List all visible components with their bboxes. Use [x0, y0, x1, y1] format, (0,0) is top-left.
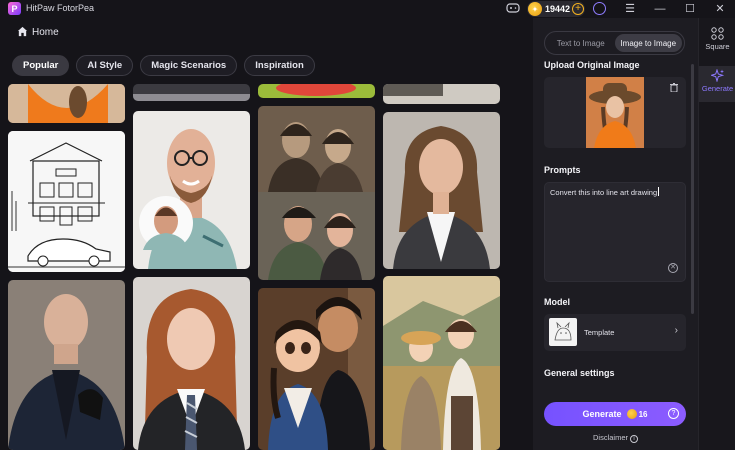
panel-scrollbar[interactable] [691, 64, 694, 314]
rail-label-generate: Generate [701, 84, 734, 93]
tab-magic-scenarios[interactable]: Magic Scenarios [140, 55, 238, 76]
tab-text-to-image[interactable]: Text to Image [547, 34, 615, 52]
gallery-item-young-woman-uniform[interactable] [133, 277, 250, 450]
prompt-value: Convert this into line art drawing [550, 188, 658, 197]
gallery-item-dark-scene-thumbnail[interactable] [133, 84, 250, 101]
template-gallery [0, 84, 533, 450]
close-button[interactable]: ✕ [705, 0, 735, 18]
chevron-right-icon: › [674, 325, 678, 336]
prompt-textarea[interactable]: Convert this into line art drawing ✕ [544, 182, 686, 282]
upload-title: Upload Original Image [544, 60, 640, 70]
add-credits-button[interactable]: + [572, 3, 584, 15]
coin-icon [626, 409, 637, 419]
gallery-item-line-art-house-car[interactable] [8, 131, 125, 272]
gamepad-icon[interactable] [506, 2, 520, 16]
gallery-item-orange-sweater-portrait[interactable] [8, 84, 125, 123]
clear-prompt-icon[interactable]: ✕ [668, 263, 678, 273]
app-logo: P [8, 2, 21, 15]
tab-popular[interactable]: Popular [12, 55, 70, 76]
gallery-item-bald-man-coat-portrait[interactable] [8, 280, 125, 450]
generation-panel: Text to Image Image to Image Upload Orig… [533, 18, 698, 450]
model-title: Model [544, 297, 570, 307]
model-selector[interactable]: Template › [544, 314, 686, 351]
sparkle-icon [711, 69, 724, 82]
gallery-item-woman-blazer-portrait[interactable] [383, 112, 500, 269]
gallery-item-black-white-photo-thumbnail[interactable] [383, 84, 500, 104]
category-tabs: Popular AI Style Magic Scenarios Inspira… [12, 55, 315, 76]
gallery-item-anime-couple-field[interactable] [383, 276, 500, 450]
disclaimer-link[interactable]: Disclaimer i [533, 433, 698, 443]
gallery-item-cartoon-couple[interactable] [258, 288, 375, 450]
menu-button[interactable]: ☰ [615, 0, 645, 18]
model-name: Template [584, 328, 615, 337]
home-link[interactable]: Home [32, 27, 59, 38]
generate-cost: 16 [638, 409, 648, 419]
coin-icon: ✦ [528, 2, 542, 16]
title-bar: P HitPaw FotorPea ✦ 19442 + ☰ — ☐ ✕ [0, 0, 735, 18]
app-window: P HitPaw FotorPea ✦ 19442 + ☰ — ☐ ✕ Home… [0, 0, 735, 450]
generate-label: Generate [582, 409, 622, 419]
trash-icon[interactable] [670, 83, 678, 92]
side-rail: Square Generate [698, 18, 735, 450]
tab-inspiration[interactable]: Inspiration [244, 55, 315, 76]
prompts-title: Prompts [544, 165, 581, 175]
gallery-item-bald-man-caricature[interactable] [133, 111, 250, 269]
upload-dropzone[interactable] [544, 77, 686, 148]
user-account-icon[interactable] [593, 2, 606, 15]
credits-value: 19442 [545, 4, 571, 14]
tab-image-to-image[interactable]: Image to Image [614, 34, 682, 52]
home-icon[interactable] [17, 26, 28, 37]
disclaimer-label: Disclaimer [592, 433, 628, 442]
rail-item-generate[interactable]: Generate [699, 66, 735, 102]
rail-item-square[interactable]: Square [699, 24, 735, 60]
uploaded-image [586, 77, 644, 148]
general-settings-title[interactable]: General settings [544, 368, 615, 378]
help-icon[interactable]: ? [668, 408, 679, 419]
minimize-button[interactable]: — [645, 0, 675, 18]
rail-label-square: Square [705, 42, 730, 51]
mode-switch: Text to Image Image to Image [544, 31, 685, 55]
generate-button[interactable]: Generate 16 ? [544, 402, 686, 426]
tab-ai-style[interactable]: AI Style [76, 55, 134, 76]
gallery-item-food-thumbnail[interactable] [258, 84, 375, 98]
app-title: HitPaw FotorPea [26, 3, 95, 13]
grid-icon [711, 27, 724, 40]
home-bar: Home [0, 18, 533, 48]
model-thumbnail [549, 318, 577, 346]
gallery-item-vintage-couple-restoration[interactable] [258, 106, 375, 280]
maximize-button[interactable]: ☐ [675, 0, 705, 18]
info-icon: i [630, 435, 638, 443]
